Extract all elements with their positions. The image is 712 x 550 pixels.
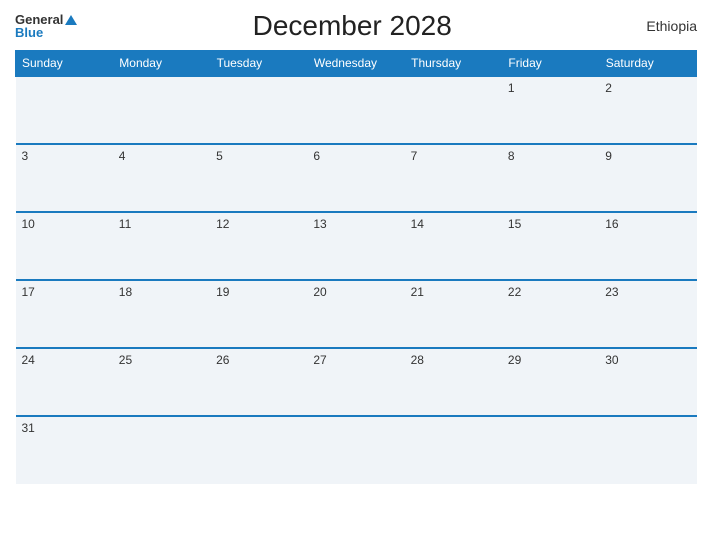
day-number: 16 — [605, 217, 618, 231]
calendar-day-cell: 15 — [502, 212, 599, 280]
day-number: 1 — [508, 81, 515, 95]
weekday-header-cell: Monday — [113, 51, 210, 77]
weekday-header-cell: Tuesday — [210, 51, 307, 77]
weekday-header-row: SundayMondayTuesdayWednesdayThursdayFrid… — [16, 51, 697, 77]
day-number: 5 — [216, 149, 223, 163]
calendar-day-cell: 16 — [599, 212, 696, 280]
calendar-day-cell: 3 — [16, 144, 113, 212]
day-number: 6 — [313, 149, 320, 163]
page-header: General Blue December 2028 Ethiopia — [15, 10, 697, 42]
calendar-day-cell: 2 — [599, 76, 696, 144]
calendar-day-cell: 27 — [307, 348, 404, 416]
calendar-day-cell: 7 — [405, 144, 502, 212]
calendar-day-cell: 6 — [307, 144, 404, 212]
weekday-header-cell: Sunday — [16, 51, 113, 77]
weekday-header-cell: Wednesday — [307, 51, 404, 77]
calendar-day-cell: 29 — [502, 348, 599, 416]
day-number: 4 — [119, 149, 126, 163]
calendar-day-cell: 30 — [599, 348, 696, 416]
day-number: 25 — [119, 353, 132, 367]
calendar-week-row: 10 11 12 13 14 15 16 — [16, 212, 697, 280]
day-number: 18 — [119, 285, 132, 299]
weekday-header-cell: Saturday — [599, 51, 696, 77]
day-number: 7 — [411, 149, 418, 163]
calendar-day-cell: 12 — [210, 212, 307, 280]
calendar-day-cell: 9 — [599, 144, 696, 212]
calendar-day-cell: 18 — [113, 280, 210, 348]
calendar-day-cell: 22 — [502, 280, 599, 348]
calendar-day-cell: 28 — [405, 348, 502, 416]
calendar-week-row: 12 — [16, 76, 697, 144]
day-number: 15 — [508, 217, 521, 231]
day-number: 31 — [22, 421, 35, 435]
calendar-day-cell: 23 — [599, 280, 696, 348]
day-number: 12 — [216, 217, 229, 231]
day-number: 30 — [605, 353, 618, 367]
day-number: 13 — [313, 217, 326, 231]
calendar-week-row: 17 18 19 20 21 22 23 — [16, 280, 697, 348]
logo: General Blue — [15, 13, 77, 39]
calendar-day-cell — [113, 76, 210, 144]
calendar-day-cell — [307, 416, 404, 484]
calendar-day-cell — [599, 416, 696, 484]
day-number: 8 — [508, 149, 515, 163]
calendar-day-cell: 5 — [210, 144, 307, 212]
calendar-day-cell — [113, 416, 210, 484]
logo-blue-text: Blue — [15, 26, 43, 39]
calendar-day-cell: 19 — [210, 280, 307, 348]
day-number: 29 — [508, 353, 521, 367]
calendar-page: General Blue December 2028 Ethiopia Sund… — [0, 0, 712, 550]
day-number: 23 — [605, 285, 618, 299]
calendar-day-cell — [307, 76, 404, 144]
day-number: 20 — [313, 285, 326, 299]
calendar-body: 1234567891011121314151617181920212223242… — [16, 76, 697, 484]
calendar-week-row: 3 4 5 6 7 8 9 — [16, 144, 697, 212]
day-number: 2 — [605, 81, 612, 95]
day-number: 14 — [411, 217, 424, 231]
logo-triangle-icon — [65, 15, 77, 25]
day-number: 22 — [508, 285, 521, 299]
calendar-week-row: 31 — [16, 416, 697, 484]
day-number: 9 — [605, 149, 612, 163]
calendar-day-cell — [210, 416, 307, 484]
calendar-title: December 2028 — [77, 10, 627, 42]
calendar-day-cell — [405, 416, 502, 484]
calendar-day-cell: 25 — [113, 348, 210, 416]
calendar-day-cell: 4 — [113, 144, 210, 212]
day-number: 21 — [411, 285, 424, 299]
weekday-header-cell: Friday — [502, 51, 599, 77]
day-number: 27 — [313, 353, 326, 367]
day-number: 3 — [22, 149, 29, 163]
day-number: 19 — [216, 285, 229, 299]
calendar-day-cell — [16, 76, 113, 144]
calendar-day-cell: 1 — [502, 76, 599, 144]
day-number: 26 — [216, 353, 229, 367]
calendar-day-cell: 14 — [405, 212, 502, 280]
calendar-day-cell: 20 — [307, 280, 404, 348]
day-number: 11 — [119, 217, 131, 231]
calendar-header: SundayMondayTuesdayWednesdayThursdayFrid… — [16, 51, 697, 77]
calendar-day-cell: 31 — [16, 416, 113, 484]
calendar-day-cell: 13 — [307, 212, 404, 280]
calendar-table: SundayMondayTuesdayWednesdayThursdayFrid… — [15, 50, 697, 484]
day-number: 17 — [22, 285, 35, 299]
country-label: Ethiopia — [627, 18, 697, 34]
calendar-day-cell: 21 — [405, 280, 502, 348]
weekday-header-cell: Thursday — [405, 51, 502, 77]
calendar-day-cell — [210, 76, 307, 144]
calendar-day-cell: 11 — [113, 212, 210, 280]
calendar-day-cell: 8 — [502, 144, 599, 212]
calendar-day-cell: 17 — [16, 280, 113, 348]
calendar-day-cell: 26 — [210, 348, 307, 416]
day-number: 24 — [22, 353, 35, 367]
calendar-day-cell — [405, 76, 502, 144]
calendar-day-cell: 24 — [16, 348, 113, 416]
calendar-week-row: 24 25 26 27 28 29 30 — [16, 348, 697, 416]
calendar-day-cell — [502, 416, 599, 484]
day-number: 10 — [22, 217, 35, 231]
calendar-day-cell: 10 — [16, 212, 113, 280]
day-number: 28 — [411, 353, 424, 367]
